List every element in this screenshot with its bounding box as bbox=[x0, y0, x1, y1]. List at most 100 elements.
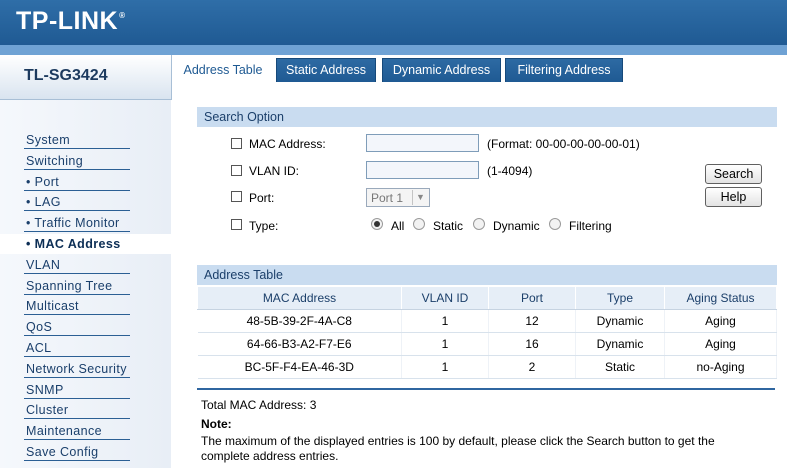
sidebar-underline bbox=[24, 294, 130, 295]
table-header-row: MAC Address VLAN ID Port Type Aging Stat… bbox=[197, 286, 777, 310]
cell-vlan: 1 bbox=[401, 355, 489, 379]
cell-vlan: 1 bbox=[401, 332, 489, 356]
sidebar-item-switching[interactable]: Switching bbox=[0, 151, 171, 171]
sidebar-underline bbox=[24, 314, 130, 315]
cell-aging: Aging bbox=[664, 309, 777, 333]
col-mac-address: MAC Address bbox=[197, 286, 402, 310]
port-checkbox[interactable] bbox=[231, 191, 242, 202]
cell-aging: Aging bbox=[664, 332, 777, 356]
sidebar-item-port[interactable]: • Port bbox=[0, 172, 171, 192]
sidebar-item-lag[interactable]: • LAG bbox=[0, 192, 171, 212]
tab-static-address[interactable]: Static Address bbox=[276, 58, 376, 82]
sidebar-underline bbox=[24, 418, 130, 419]
sidebar-item-label: QoS bbox=[26, 320, 53, 334]
top-banner: TP-LINK® bbox=[0, 0, 787, 45]
sidebar-item-vlan[interactable]: VLAN bbox=[0, 255, 171, 275]
port-label: Port: bbox=[249, 191, 275, 205]
sidebar-item-traffic-monitor[interactable]: • Traffic Monitor bbox=[0, 213, 171, 233]
sidebar-item-label: Multicast bbox=[26, 299, 79, 313]
address-table-header: Address Table bbox=[197, 265, 777, 285]
sidebar-item-label: Cluster bbox=[26, 403, 69, 417]
cell-port: 2 bbox=[488, 355, 576, 379]
search-button[interactable]: Search bbox=[705, 164, 762, 184]
sidebar-item-maintenance[interactable]: Maintenance bbox=[0, 421, 171, 441]
address-table-title: Address Table bbox=[204, 268, 283, 282]
sidebar-item-network-security[interactable]: Network Security bbox=[0, 359, 171, 379]
cell-port: 12 bbox=[488, 309, 576, 333]
address-table: MAC Address VLAN ID Port Type Aging Stat… bbox=[197, 286, 777, 379]
type-label: Type: bbox=[249, 219, 279, 233]
sidebar-item-label: VLAN bbox=[26, 258, 61, 272]
note-heading: Note: bbox=[201, 417, 232, 431]
sidebar-item-spanning-tree[interactable]: Spanning Tree bbox=[0, 276, 171, 296]
sidebar-item-save-config[interactable]: Save Config bbox=[0, 442, 171, 462]
tab-dynamic-address[interactable]: Dynamic Address bbox=[382, 58, 501, 82]
col-type: Type bbox=[575, 286, 665, 310]
sidebar-item-label: SNMP bbox=[26, 383, 64, 397]
search-option-title: Search Option bbox=[204, 110, 284, 124]
sidebar-underline bbox=[24, 377, 130, 378]
col-aging-status: Aging Status bbox=[664, 286, 777, 310]
sidebar-underline bbox=[24, 273, 130, 274]
vlan-range-hint: (1-4094) bbox=[487, 164, 533, 178]
sidebar-item-label: System bbox=[26, 133, 71, 147]
tab-address-table[interactable]: Address Table bbox=[176, 58, 270, 82]
type-static-radio[interactable] bbox=[413, 218, 425, 230]
sidebar-item-system[interactable]: System bbox=[0, 130, 171, 150]
type-dynamic-radio[interactable] bbox=[473, 218, 485, 230]
col-port: Port bbox=[488, 286, 576, 310]
mac-address-label: MAC Address: bbox=[249, 137, 326, 151]
type-filtering-radio[interactable] bbox=[549, 218, 561, 230]
table-row: 64-66-B3-A2-F7-E6 1 16 Dynamic Aging bbox=[197, 332, 777, 356]
sidebar-item-multicast[interactable]: Multicast bbox=[0, 296, 171, 316]
table-row: 48-5B-39-2F-4A-C8 1 12 Dynamic Aging bbox=[197, 309, 777, 333]
type-static-label: Static bbox=[433, 219, 464, 233]
sidebar-item-label: Save Config bbox=[26, 445, 99, 459]
vlan-id-input[interactable] bbox=[366, 161, 479, 179]
type-all-radio[interactable] bbox=[371, 218, 383, 230]
col-vlan-id: VLAN ID bbox=[401, 286, 489, 310]
tab-bar: Address Table Static Address Dynamic Add… bbox=[171, 55, 787, 82]
sidebar-item-label: Maintenance bbox=[26, 424, 102, 438]
sidebar-underline bbox=[24, 210, 130, 211]
cell-mac: 64-66-B3-A2-F7-E6 bbox=[197, 332, 402, 356]
sidebar-item-label: • MAC Address bbox=[26, 237, 121, 251]
sidebar-item-qos[interactable]: QoS bbox=[0, 317, 171, 337]
sidebar-item-label: • Traffic Monitor bbox=[26, 216, 120, 230]
cell-mac: 48-5B-39-2F-4A-C8 bbox=[197, 309, 402, 333]
mac-format-hint: (Format: 00-00-00-00-00-01) bbox=[487, 137, 640, 151]
type-all-label: All bbox=[391, 219, 405, 233]
tp-link-logo: TP-LINK® bbox=[16, 7, 126, 35]
port-select-value: Port 1 bbox=[371, 191, 404, 205]
sidebar-underline bbox=[24, 169, 130, 170]
model-panel: TL-SG3424 bbox=[0, 55, 172, 100]
sidebar-underline bbox=[24, 356, 130, 357]
banner-stripe bbox=[0, 45, 787, 55]
type-checkbox[interactable] bbox=[231, 219, 242, 230]
cell-port: 16 bbox=[488, 332, 576, 356]
cell-mac: BC-5F-F4-EA-46-3D bbox=[197, 355, 402, 379]
model-name: TL-SG3424 bbox=[24, 67, 108, 84]
port-select[interactable]: Port 1 ▼ bbox=[366, 188, 430, 207]
type-filtering-label: Filtering bbox=[569, 219, 612, 233]
sidebar-item-label: Network Security bbox=[26, 362, 127, 376]
sidebar-item-snmp[interactable]: SNMP bbox=[0, 380, 171, 400]
sidebar-item-cluster[interactable]: Cluster bbox=[0, 400, 171, 420]
total-mac-count: Total MAC Address: 3 bbox=[201, 398, 317, 412]
sidebar-item-label: Spanning Tree bbox=[26, 279, 113, 293]
mac-address-input[interactable] bbox=[366, 134, 479, 152]
mac-address-checkbox[interactable] bbox=[231, 138, 242, 149]
sidebar-item-acl[interactable]: ACL bbox=[0, 338, 171, 358]
help-button[interactable]: Help bbox=[705, 187, 762, 207]
sidebar-underline bbox=[24, 398, 130, 399]
vlan-id-label: VLAN ID: bbox=[249, 164, 300, 178]
vlan-id-checkbox[interactable] bbox=[231, 165, 242, 176]
sidebar-item-mac-address[interactable]: • MAC Address bbox=[0, 234, 171, 254]
note-text: The maximum of the displayed entries is … bbox=[201, 434, 715, 463]
tab-filtering-address[interactable]: Filtering Address bbox=[505, 58, 623, 82]
sidebar-underline bbox=[24, 148, 130, 149]
sidebar-underline bbox=[24, 439, 130, 440]
footer-divider bbox=[197, 388, 775, 390]
sidebar-underline bbox=[24, 190, 130, 191]
type-dynamic-label: Dynamic bbox=[493, 219, 540, 233]
